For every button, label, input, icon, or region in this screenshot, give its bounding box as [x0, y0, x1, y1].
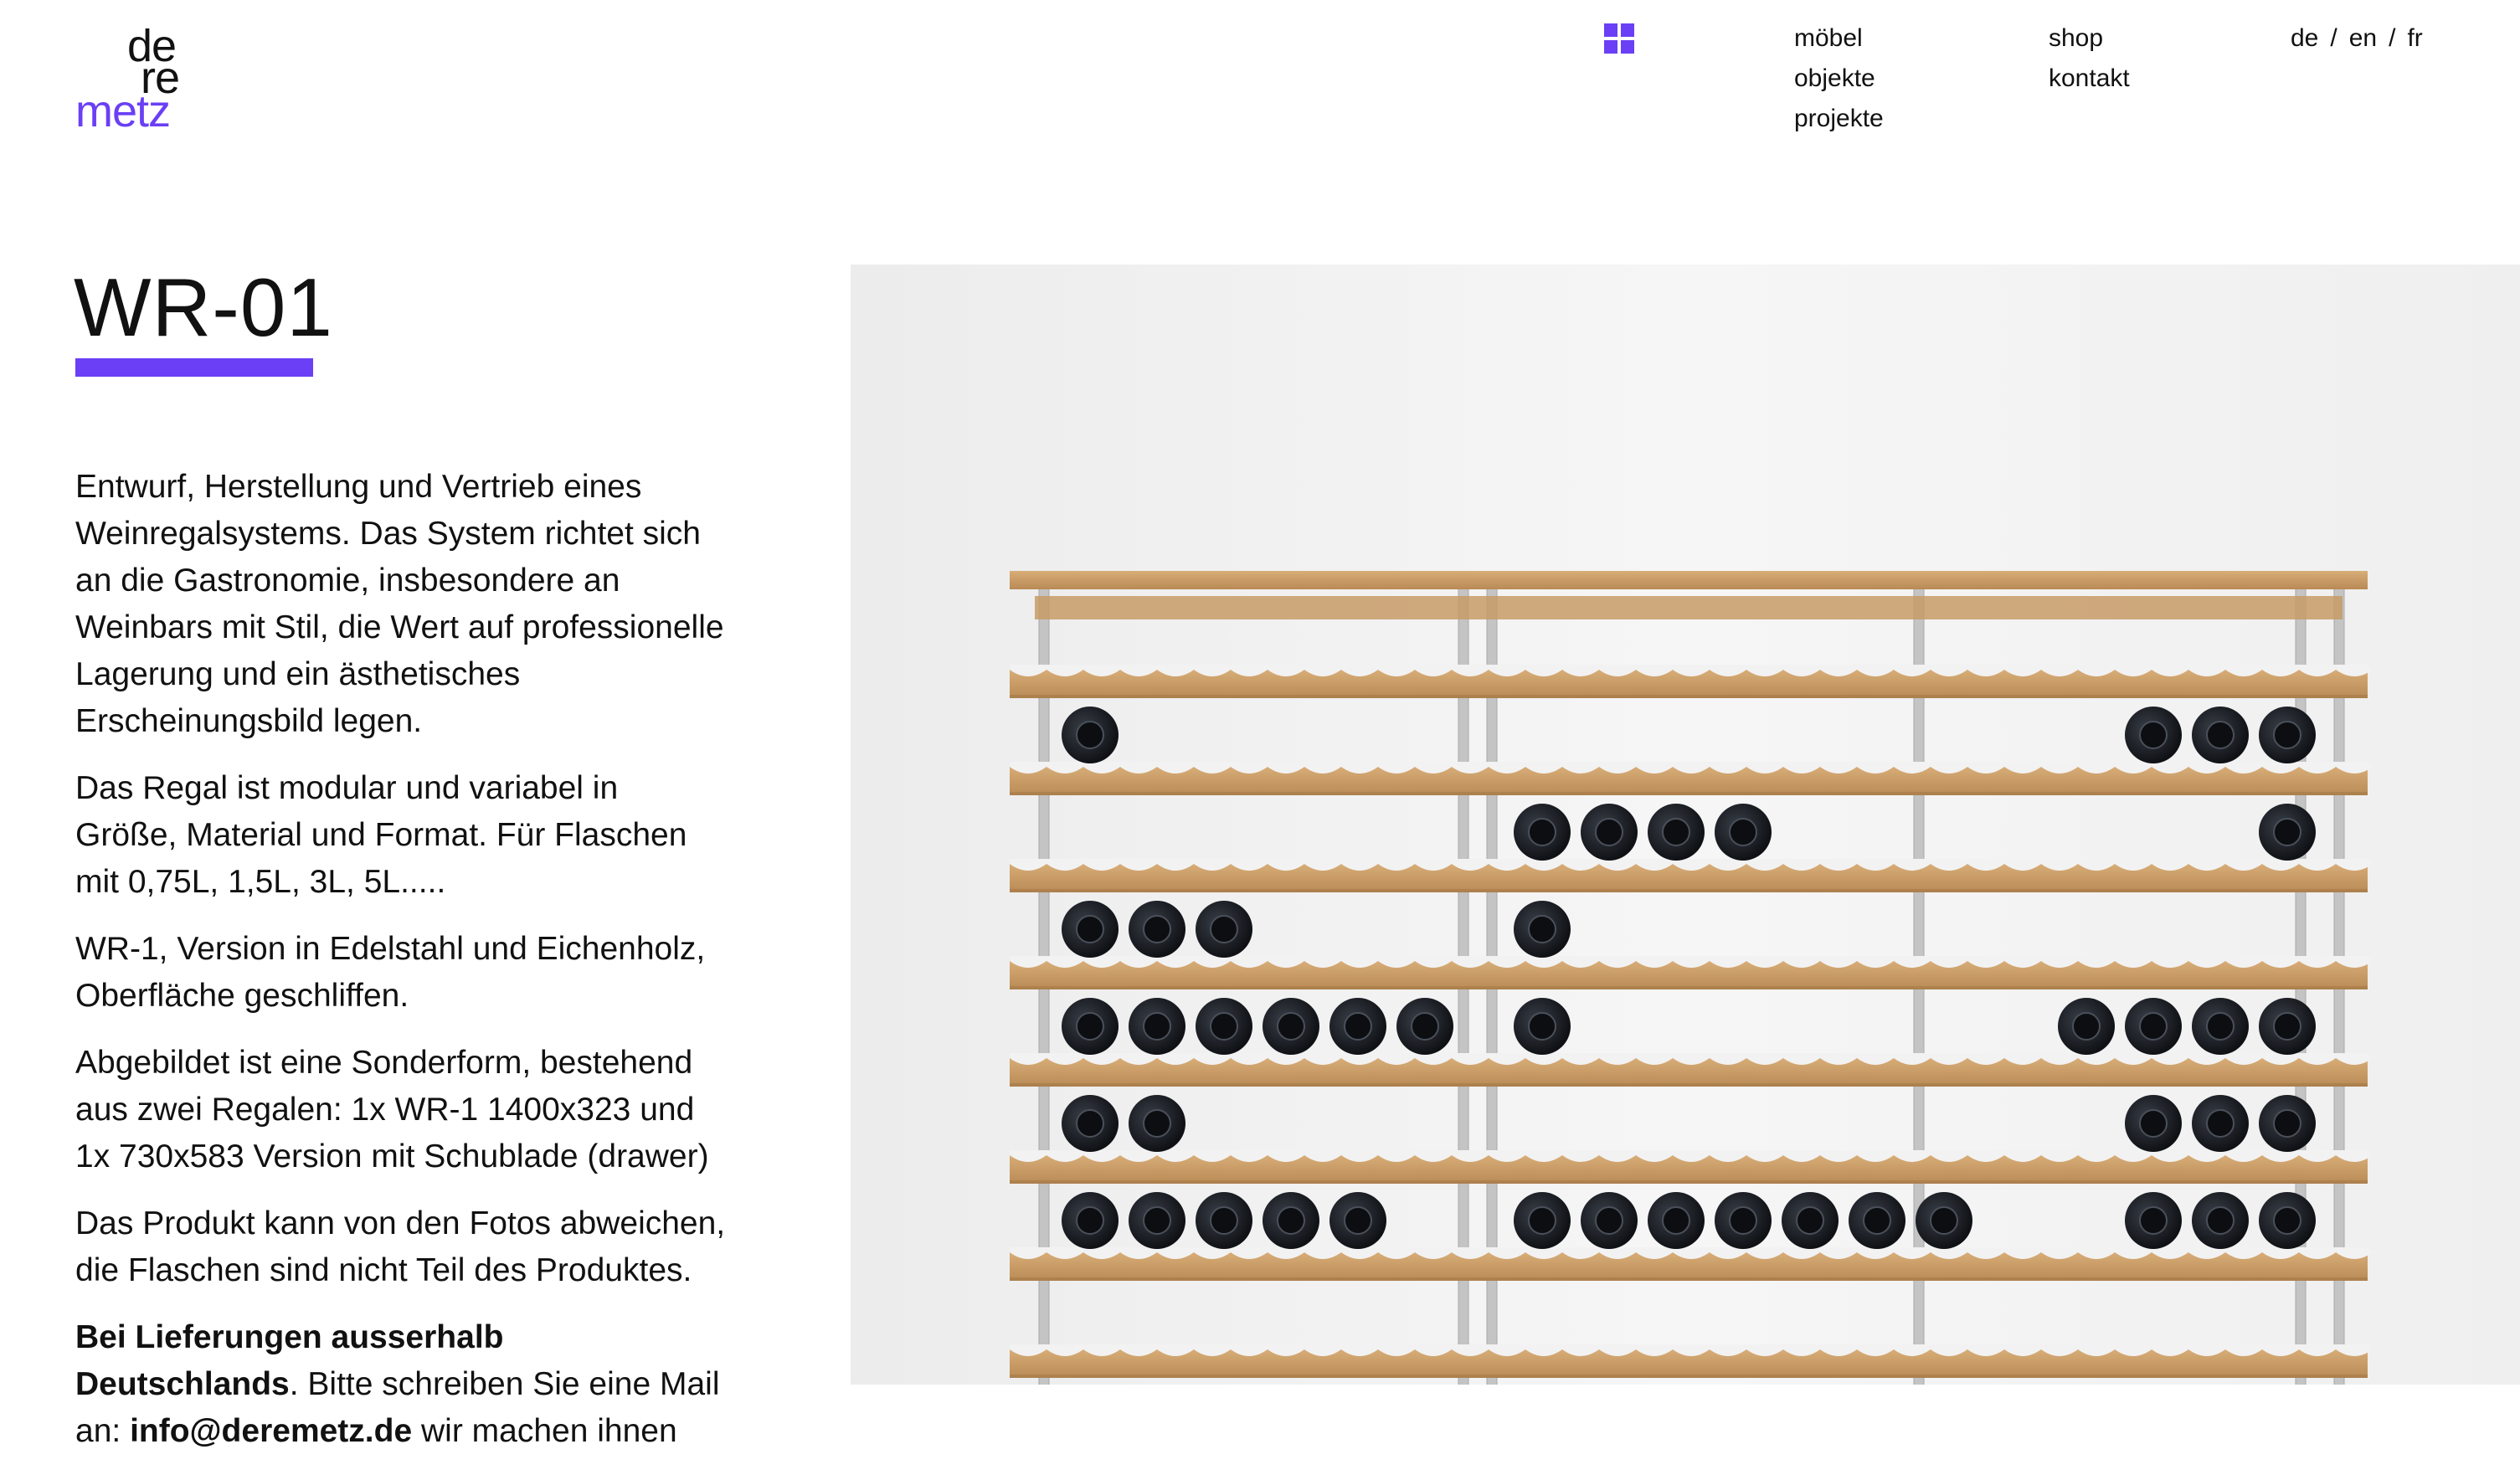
shelf-cradle-waves	[1010, 1344, 2373, 1356]
shelf-cradle-waves	[1010, 762, 2373, 773]
wine-bottle-punt	[1729, 818, 1757, 846]
description-paragraph: Abgebildet ist eine Sonderform, bestehen…	[75, 1045, 709, 1174]
nav-link-kontakt[interactable]: kontakt	[2049, 59, 2130, 99]
wine-bottle-punt	[2273, 721, 2301, 749]
wine-bottle-punt	[1729, 1206, 1757, 1235]
wine-bottle-punt	[2273, 1109, 2301, 1138]
wine-bottle-punt	[2206, 721, 2235, 749]
grid-icon-cell	[1604, 23, 1617, 37]
wine-bottle-punt	[2206, 1206, 2235, 1235]
top-inner-board	[1035, 596, 2343, 619]
grid-icon-cell	[1604, 40, 1617, 54]
product-photo	[851, 265, 2520, 1385]
wine-bottle-punt	[1662, 1206, 1690, 1235]
wine-bottle-punt	[1143, 1012, 1171, 1041]
wine-bottle-punt	[1076, 721, 1104, 749]
nav-link-shop[interactable]: shop	[2049, 18, 2130, 59]
shelf-edge	[1010, 1277, 2368, 1281]
wine-bottle-punt	[2139, 1206, 2168, 1235]
grid-icon-cell	[1621, 40, 1634, 54]
description-paragraph: WR-1, Version in Edelstahl und Eichenhol…	[75, 931, 706, 1014]
wine-bottle-punt	[2139, 1109, 2168, 1138]
wine-bottle-punt	[2072, 1012, 2101, 1041]
wine-bottle-punt	[1796, 1206, 1824, 1235]
language-switcher: de / en / fr	[2291, 18, 2423, 59]
wine-bottle-punt	[1210, 1012, 1238, 1041]
nav-link-objekte[interactable]: objekte	[1794, 59, 1884, 99]
shelf-edge	[1010, 695, 2368, 698]
wine-bottle-punt	[1210, 915, 1238, 943]
wine-bottle-punt	[2139, 721, 2168, 749]
shelf-cradle-waves	[1010, 859, 2373, 871]
grid-icon[interactable]	[1604, 23, 1634, 54]
wine-bottle-punt	[1210, 1206, 1238, 1235]
description-paragraph: Entwurf, Herstellung und Vertrieb eines …	[75, 469, 724, 739]
wine-bottle-punt	[1863, 1206, 1891, 1235]
wine-bottle-punt	[1595, 1206, 1623, 1235]
wine-bottle-punt	[1930, 1206, 1958, 1235]
wine-bottle-punt	[2139, 1012, 2168, 1041]
logo-line-metz: metz	[75, 86, 171, 136]
wine-bottle-punt	[1528, 915, 1556, 943]
wine-bottle-punt	[1528, 1206, 1556, 1235]
wine-bottle-punt	[1143, 1109, 1171, 1138]
wine-bottle-punt	[1528, 818, 1556, 846]
wine-bottle-punt	[1143, 1206, 1171, 1235]
product-description: Entwurf, Herstellung und Vertrieb eines …	[75, 464, 728, 1475]
title-underline	[75, 358, 313, 377]
wine-bottle-punt	[2206, 1109, 2235, 1138]
shelf-cradle-waves	[1010, 1150, 2373, 1162]
wine-bottle-punt	[1143, 915, 1171, 943]
shelf-edge	[1010, 1083, 2368, 1087]
wine-bottle-punt	[1277, 1206, 1305, 1235]
wine-bottle-punt	[2273, 1206, 2301, 1235]
wine-bottle-punt	[1528, 1012, 1556, 1041]
main-nav-secondary: shop kontakt	[2049, 18, 2130, 99]
wine-rack-image	[851, 265, 2520, 1385]
wine-bottle-punt	[2273, 818, 2301, 846]
main-nav-primary: möbel objekte projekte	[1794, 18, 1884, 139]
description-paragraph: Das Regal ist modular und variabel in Gr…	[75, 770, 687, 900]
shelf-edge	[1010, 889, 2368, 892]
wine-bottle-punt	[1411, 1012, 1439, 1041]
shelf-edge	[1010, 1375, 2368, 1378]
nav-link-projekte[interactable]: projekte	[1794, 99, 1884, 139]
rack-structure	[1010, 571, 2373, 1385]
wine-bottle-punt	[1595, 818, 1623, 846]
wine-bottle-punt	[1076, 1109, 1104, 1138]
shelf-cradle-waves	[1010, 956, 2373, 968]
wine-bottle-punt	[2273, 1012, 2301, 1041]
wine-bottle-punt	[1344, 1206, 1372, 1235]
wine-bottle-punt	[1662, 818, 1690, 846]
shelf-cradle-waves	[1010, 665, 2373, 676]
lang-de-link[interactable]: de	[2291, 24, 2318, 52]
description-paragraph: Das Produkt kann von den Fotos abweichen…	[75, 1205, 726, 1288]
lang-fr-link[interactable]: fr	[2407, 24, 2422, 52]
top-board	[1010, 571, 2368, 589]
wine-bottle-punt	[1076, 1206, 1104, 1235]
shelf-cradle-waves	[1010, 1053, 2373, 1065]
wine-bottle-punt	[1076, 1012, 1104, 1041]
delivery-note: Bei Lieferungen ausserhalb Deutschlands.…	[75, 1314, 728, 1455]
wine-bottle-punt	[1344, 1012, 1372, 1041]
logo[interactable]: de re metz	[75, 20, 193, 137]
wine-bottle-punt	[2206, 1012, 2235, 1041]
wine-bottle-punt	[1076, 915, 1104, 943]
email-link[interactable]: info@deremetz.de	[130, 1413, 412, 1449]
product-title: WR-01	[74, 261, 333, 353]
lang-en-link[interactable]: en	[2349, 24, 2377, 52]
grid-icon-cell	[1621, 23, 1634, 37]
shelf-cradle-waves	[1010, 1247, 2373, 1259]
nav-link-moebel[interactable]: möbel	[1794, 18, 1884, 59]
shelf-edge	[1010, 1180, 2368, 1184]
shelf-edge	[1010, 792, 2368, 795]
shelf-edge	[1010, 986, 2368, 989]
wine-bottle-punt	[1277, 1012, 1305, 1041]
delivery-note-tail: wir machen ihnen	[412, 1413, 677, 1449]
lang-separator: /	[2389, 24, 2396, 52]
lang-separator: /	[2330, 24, 2337, 52]
